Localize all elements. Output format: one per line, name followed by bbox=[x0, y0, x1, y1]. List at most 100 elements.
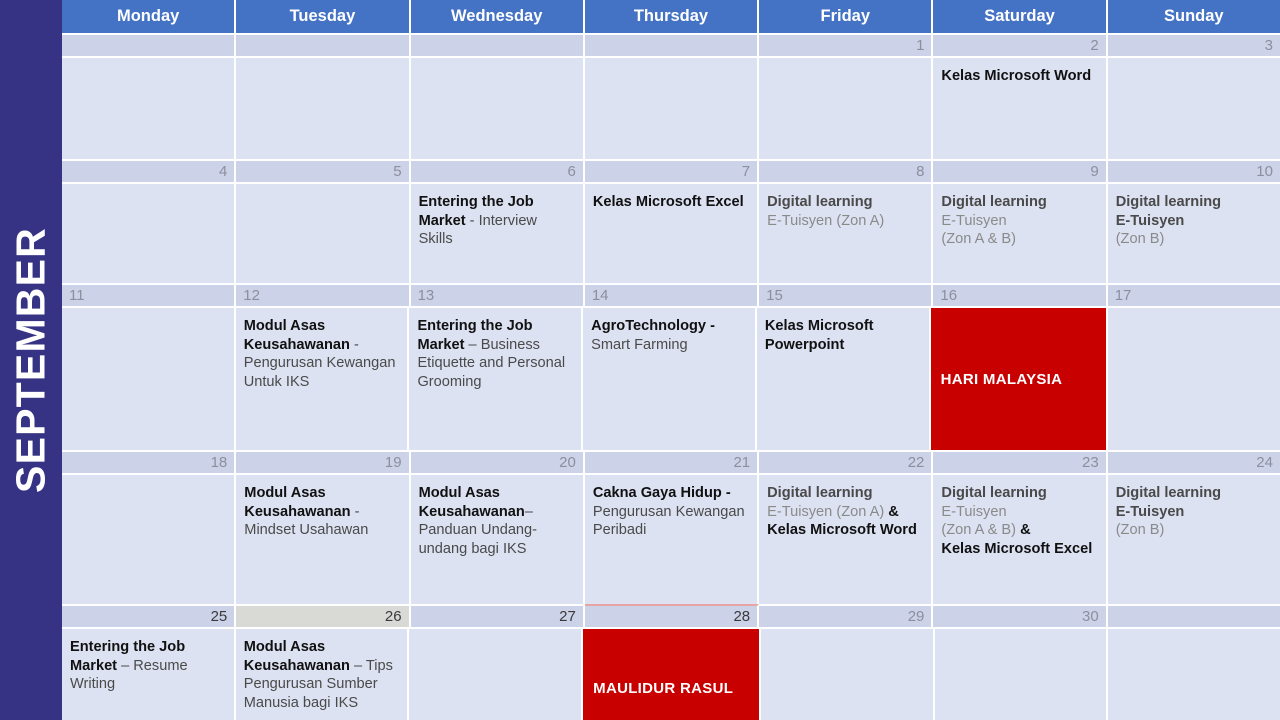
event-text: Kelas Microsoft Word bbox=[941, 67, 1097, 86]
date-number-12[interactable]: 12 bbox=[236, 283, 411, 306]
date-number-empty bbox=[410, 33, 585, 56]
day-cell-12[interactable]: Modul Asas Keusahawanan - Pengurusan Kew… bbox=[235, 306, 410, 450]
event-text-part: Kelas Microsoft Powerpoint bbox=[764, 318, 874, 353]
date-number-14[interactable]: 14 bbox=[584, 283, 760, 306]
date-number-9[interactable]: 9 bbox=[933, 159, 1108, 182]
date-number-21[interactable]: 21 bbox=[584, 450, 760, 473]
event-text-part: (Zon A & B) bbox=[941, 522, 1021, 539]
event-text-part: E-Tuisyen (Zon A) bbox=[767, 212, 885, 229]
month-label: SEPTEMBER bbox=[7, 227, 54, 493]
event-text: Modul Asas Keusahawanan - Mindset Usahaw… bbox=[244, 484, 400, 540]
day-cell-24[interactable]: Digital learning E-Tuisyen (Zon B) bbox=[1107, 473, 1280, 604]
day-cell-empty[interactable] bbox=[1108, 627, 1280, 720]
date-number-17[interactable]: 17 bbox=[1107, 283, 1280, 306]
day-cell-2[interactable]: Kelas Microsoft Word bbox=[933, 56, 1108, 159]
event-text: Digital learning E-Tuisyen (Zon A & B) & Ke… bbox=[941, 484, 1097, 558]
event-text: Digital learning E-Tuisyen (Zon B) bbox=[1116, 484, 1272, 540]
day-cell-14[interactable]: AgroTechnology - Smart Farming bbox=[583, 306, 757, 450]
date-number-empty bbox=[236, 33, 411, 56]
date-number-3[interactable]: 3 bbox=[1107, 33, 1280, 56]
date-number-empty bbox=[62, 33, 237, 56]
day-cell-27[interactable] bbox=[409, 627, 584, 720]
day-cell-13[interactable]: Entering the Job Market – Business Etiqu… bbox=[409, 306, 584, 450]
day-cell-20[interactable]: Modul Asas Keusahawanan– Panduan Undang-… bbox=[410, 473, 585, 604]
day-cell-18[interactable] bbox=[62, 473, 237, 604]
date-number-2[interactable]: 2 bbox=[933, 33, 1108, 56]
event-text-part: Modul Asas Keusahawanan bbox=[244, 485, 351, 520]
date-number-18[interactable]: 18 bbox=[62, 450, 237, 473]
date-number-10[interactable]: 10 bbox=[1107, 159, 1280, 182]
event-text: Modul Asas Keusahawanan - Pengurusan Kew… bbox=[244, 317, 400, 391]
day-cell-empty[interactable] bbox=[410, 56, 585, 159]
weekday-header-monday: Monday bbox=[62, 0, 237, 33]
day-cell-6[interactable]: Entering the Job Market - Interview Skil… bbox=[410, 182, 585, 283]
day-cell-21[interactable]: Cakna Gaya Hidup - Pengurusan Kewangan P… bbox=[584, 473, 760, 604]
day-cell-23[interactable]: Digital learning E-Tuisyen (Zon A & B) & Ke… bbox=[933, 473, 1108, 604]
event-text-part: Kelas Microsoft Excel bbox=[941, 540, 1093, 557]
event-text-part: Kelas Microsoft Word bbox=[767, 522, 917, 539]
day-cell-8[interactable]: Digital learning E-Tuisyen (Zon A) bbox=[759, 182, 934, 283]
month-rail: SEPTEMBER bbox=[0, 0, 62, 720]
date-number-20[interactable]: 20 bbox=[410, 450, 585, 473]
date-number-28[interactable]: 28 bbox=[584, 604, 760, 627]
event-text: Digital learning E-Tuisyen (Zon A & B) bbox=[941, 193, 1097, 249]
event-text: Cakna Gaya Hidup - Pengurusan Kewangan P… bbox=[593, 484, 749, 540]
day-cell-3[interactable] bbox=[1107, 56, 1280, 159]
date-number-27[interactable]: 27 bbox=[410, 604, 585, 627]
date-number-1[interactable]: 1 bbox=[759, 33, 934, 56]
day-cell-30[interactable] bbox=[934, 627, 1109, 720]
holiday-cell[interactable]: MAULIDUR RASUL bbox=[583, 627, 761, 720]
day-cell-empty[interactable] bbox=[236, 56, 411, 159]
date-number-13[interactable]: 13 bbox=[410, 283, 585, 306]
day-cell-5[interactable] bbox=[236, 182, 411, 283]
event-text-part: E-Tuisyen bbox=[941, 503, 1007, 520]
weekday-header-thursday: Thursday bbox=[584, 0, 760, 33]
week-events-row: Modul Asas Keusahawanan - Mindset Usahaw… bbox=[62, 473, 1280, 604]
day-cell-11[interactable] bbox=[62, 306, 236, 450]
date-number-23[interactable]: 23 bbox=[933, 450, 1108, 473]
calendar-page: SEPTEMBER Monday Tuesday Wednesday Thursday… bbox=[0, 0, 1280, 720]
date-number-6[interactable]: 6 bbox=[410, 159, 585, 182]
holiday-cell[interactable]: HARI MALAYSIA bbox=[930, 306, 1109, 450]
event-text-part: Kelas Microsoft Excel bbox=[592, 194, 744, 210]
day-cell-10[interactable]: Digital learning E-Tuisyen (Zon B) bbox=[1107, 182, 1280, 283]
day-cell-17[interactable] bbox=[1108, 306, 1280, 450]
date-number-26[interactable]: 26 bbox=[236, 604, 411, 627]
date-number-30[interactable]: 30 bbox=[933, 604, 1108, 627]
date-number-8[interactable]: 8 bbox=[759, 159, 934, 182]
day-cell-22[interactable]: Digital learning E-Tuisyen (Zon A) & Kelas… bbox=[759, 473, 934, 604]
day-cell-1[interactable] bbox=[759, 56, 934, 159]
date-number-4[interactable]: 4 bbox=[62, 159, 237, 182]
calendar-grid: Monday Tuesday Wednesday Thursday Friday Satu… bbox=[62, 0, 1280, 720]
event-text-part: Digital learning bbox=[941, 485, 1047, 501]
weekday-header-sunday: Sunday bbox=[1107, 0, 1280, 33]
day-cell-empty[interactable] bbox=[62, 56, 237, 159]
date-number-29[interactable]: 29 bbox=[759, 604, 934, 627]
day-cell-25[interactable]: Entering the Job Market – Resume Writing bbox=[62, 627, 236, 720]
event-text-part: Modul Asas Keusahawanan bbox=[243, 318, 350, 353]
date-number-22[interactable]: 22 bbox=[759, 450, 934, 473]
event-text-part: E-Tuisyen (Zon A) bbox=[767, 503, 889, 520]
date-number-5[interactable]: 5 bbox=[236, 159, 411, 182]
day-cell-19[interactable]: Modul Asas Keusahawanan - Mindset Usahaw… bbox=[236, 473, 411, 604]
weekday-header-friday: Friday bbox=[759, 0, 934, 33]
date-number-19[interactable]: 19 bbox=[236, 450, 411, 473]
date-strip-row: 18 19 20 21 22 23 24 bbox=[62, 450, 1280, 473]
date-number-25[interactable]: 25 bbox=[62, 604, 237, 627]
date-strip-row: 4 5 6 7 8 9 10 bbox=[62, 159, 1280, 182]
event-text: Digital learning E-Tuisyen (Zon B) bbox=[1116, 193, 1272, 249]
weekday-header-tuesday: Tuesday bbox=[236, 0, 411, 33]
day-cell-15[interactable]: Kelas Microsoft Powerpoint bbox=[756, 306, 931, 450]
date-number-empty bbox=[1107, 604, 1280, 627]
date-number-7[interactable]: 7 bbox=[584, 159, 760, 182]
day-cell-29[interactable] bbox=[760, 627, 935, 720]
date-number-24[interactable]: 24 bbox=[1107, 450, 1280, 473]
day-cell-26[interactable]: Modul Asas Keusahawanan – Tips Pengurusa… bbox=[235, 627, 410, 720]
date-number-11[interactable]: 11 bbox=[62, 283, 237, 306]
day-cell-empty[interactable] bbox=[584, 56, 760, 159]
day-cell-9[interactable]: Digital learning E-Tuisyen (Zon A & B) bbox=[933, 182, 1108, 283]
day-cell-7[interactable]: Kelas Microsoft Excel bbox=[584, 182, 760, 283]
day-cell-4[interactable] bbox=[62, 182, 237, 283]
date-number-16[interactable]: 16 bbox=[933, 283, 1108, 306]
date-number-15[interactable]: 15 bbox=[759, 283, 934, 306]
